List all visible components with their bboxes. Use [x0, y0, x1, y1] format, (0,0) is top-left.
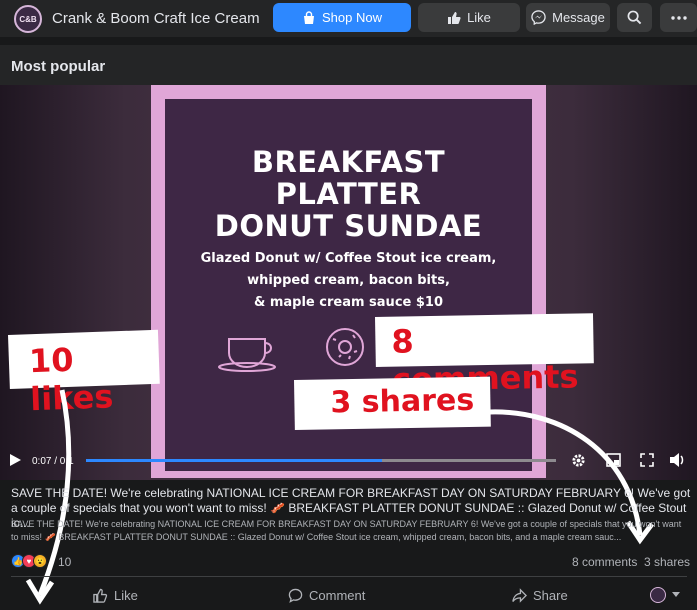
thumbs-up-outline-icon [93, 588, 108, 603]
post-caption-body: SAVE THE DATE! We're celebrating NATIONA… [11, 519, 682, 542]
like-post-button[interactable]: Like [93, 583, 138, 607]
shares-count[interactable]: 3 shares [644, 555, 690, 569]
comments-count[interactable]: 8 comments [572, 555, 637, 569]
chevron-down-icon [672, 592, 680, 597]
comment-label: Comment [309, 587, 366, 603]
actions-divider [11, 576, 687, 577]
audience-selector[interactable] [650, 583, 680, 607]
reaction-icons[interactable]: 👍 ♥ 😮 [11, 554, 47, 568]
share-label: Share [533, 587, 568, 603]
post-actions: Like Comment Share [0, 579, 697, 610]
comment-icon [288, 588, 303, 603]
page-avatar-small [650, 587, 666, 603]
share-button[interactable]: Share [512, 583, 568, 607]
share-icon [512, 587, 527, 603]
post-stats: 👍 ♥ 😮 10 8 comments 3 shares [0, 552, 697, 572]
like-post-label: Like [114, 587, 138, 603]
wow-reaction-icon: 😮 [33, 554, 47, 568]
reaction-count[interactable]: 10 [58, 555, 71, 569]
comment-button[interactable]: Comment [288, 583, 365, 607]
